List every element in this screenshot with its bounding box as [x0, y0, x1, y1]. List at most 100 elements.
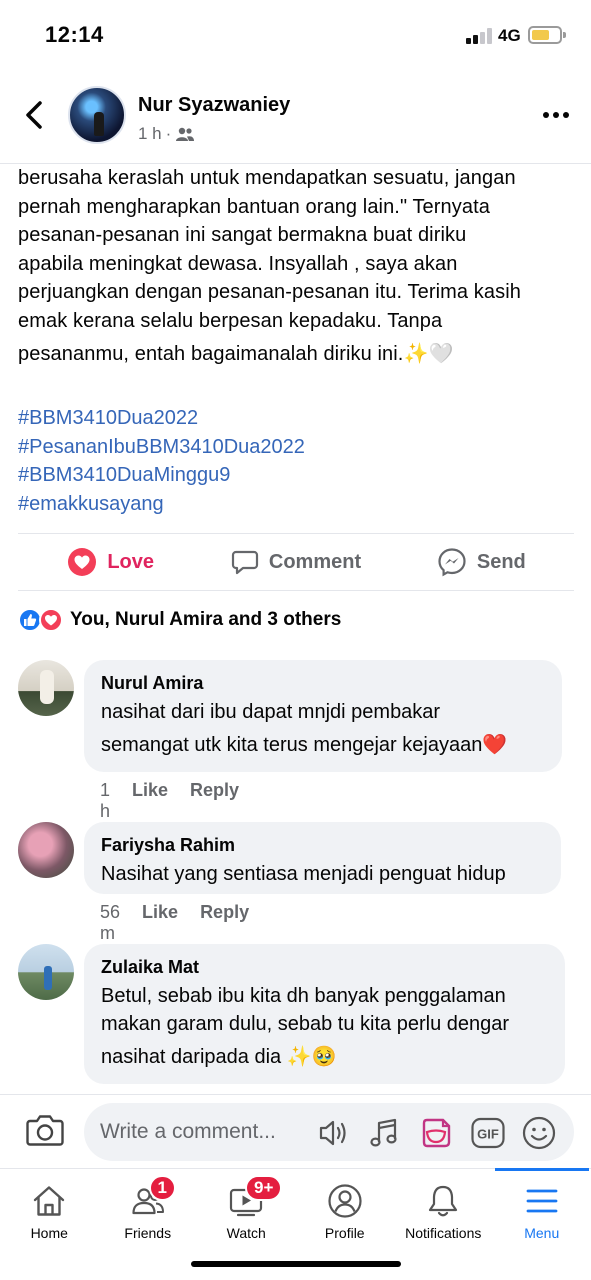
comment-bubble[interactable]: Fariysha Rahim Nasihat yang sentiasa men… — [84, 822, 561, 894]
post-text-line: perjuangkan dengan pesanan-pesanan itu. … — [18, 281, 521, 304]
comment-line: semangat utk kita terus mengejar kejayaa… — [101, 734, 508, 756]
friends-audience-icon — [176, 127, 195, 141]
svg-text:GIF: GIF — [477, 1127, 499, 1142]
send-button[interactable]: Send — [389, 534, 574, 590]
poster-name[interactable]: Nur Syazwaniey — [138, 94, 290, 117]
comment-time: 1 h — [100, 780, 111, 821]
post-action-bar: Love Comment Send — [18, 533, 574, 591]
voice-clip-icon[interactable] — [316, 1115, 352, 1151]
hashtag-link[interactable]: #emakkusayang — [18, 490, 305, 519]
comment-meta: 1 h Like Reply — [100, 780, 239, 822]
dot-icon — [543, 112, 549, 118]
comment-input-box[interactable]: GIF — [84, 1103, 574, 1161]
tab-menu[interactable]: Menu — [493, 1168, 591, 1248]
messenger-icon — [438, 548, 466, 577]
comment-like-button[interactable]: Like — [132, 780, 168, 822]
menu-icon — [526, 1189, 558, 1213]
commenter-avatar[interactable] — [18, 944, 74, 1000]
commenter-avatar[interactable] — [18, 660, 74, 716]
love-label: Love — [107, 550, 154, 573]
camera-icon — [26, 1115, 64, 1146]
gif-icon[interactable]: GIF — [470, 1115, 506, 1151]
comment-reply-button[interactable]: Reply — [190, 780, 239, 822]
comment-label: Comment — [268, 550, 362, 573]
post-header: Nur Syazwaniey 1 h · — [0, 72, 591, 164]
chevron-left-icon — [26, 101, 42, 129]
more-options-button[interactable] — [543, 102, 569, 128]
status-bar: 12:14 4G — [0, 0, 591, 72]
tab-profile[interactable]: Profile — [296, 1169, 395, 1248]
tab-label: Menu — [524, 1225, 560, 1241]
tab-label: Home — [30, 1225, 68, 1241]
reactions-summary[interactable]: You, Nurul Amira and 3 others — [18, 606, 341, 634]
comment-bubble[interactable]: Zulaika Mat Betul, sebab ibu kita dh ban… — [84, 944, 565, 1084]
comment-time: 56 m — [100, 902, 121, 943]
camera-button[interactable] — [26, 1113, 64, 1147]
comment-icon — [231, 550, 258, 575]
meta-separator: · — [165, 124, 172, 143]
commenter-name[interactable]: Zulaika Mat — [101, 956, 547, 978]
comment-input[interactable] — [100, 1117, 300, 1147]
back-button[interactable] — [20, 98, 50, 132]
commenter-name[interactable]: Fariysha Rahim — [101, 834, 543, 856]
poster-avatar[interactable] — [68, 86, 126, 144]
watch-badge: 9+ — [245, 1175, 283, 1201]
post-text-line: pernah mengharapkan bantuan orang lain."… — [18, 195, 490, 218]
hashtag-list: #BBM3410Dua2022 #PesananIbuBBM3410Dua202… — [18, 404, 305, 518]
comment-line: Betul, sebab ibu kita dh banyak penggala… — [101, 985, 506, 1007]
comment-button[interactable]: Comment — [203, 534, 388, 590]
comment-composer: GIF — [0, 1094, 591, 1168]
hashtag-link[interactable]: #BBM3410DuaMinggu9 — [18, 461, 305, 490]
comment-line: nasihat dari ibu dapat mnjdi pembakar — [101, 701, 441, 723]
tab-notifications[interactable]: Notifications — [394, 1169, 493, 1248]
dot-icon — [563, 112, 569, 118]
avatar-sticker-icon[interactable] — [418, 1115, 454, 1151]
commenter-avatar[interactable] — [18, 822, 74, 878]
comment-text: nasihat dari ibu dapat mnjdi pembakar se… — [101, 698, 544, 764]
network-label: 4G — [498, 26, 521, 45]
comment-reply-button[interactable]: Reply — [200, 902, 249, 944]
post-text-line: apabila meningkat dewasa. Insyallah , sa… — [18, 252, 458, 275]
tab-label: Watch — [226, 1225, 266, 1241]
bell-icon — [429, 1185, 458, 1217]
post-text-line: emak kerana selalu berpesan kepadaku. Ta… — [18, 309, 443, 332]
tab-label: Friends — [124, 1225, 172, 1241]
hashtag-link[interactable]: #PesananIbuBBM3410Dua2022 — [18, 433, 305, 462]
post-text: berusaha keraslah untuk mendapatkan sesu… — [18, 164, 574, 372]
comment-line: nasihat daripada dia ✨🥹 — [101, 1046, 337, 1068]
post-text-line: berusaha keraslah untuk mendapatkan sesu… — [18, 167, 516, 189]
profile-icon — [328, 1184, 362, 1218]
friends-badge: 1 — [148, 1175, 176, 1201]
comment-line: makan garam dulu, sebab tu kita perlu de… — [101, 1013, 510, 1035]
comment-text: Betul, sebab ibu kita dh banyak penggala… — [101, 982, 547, 1076]
post-text-line: pesananmu, entah bagaimanalah diriku ini… — [18, 342, 454, 365]
hashtag-link[interactable]: #BBM3410Dua2022 — [18, 404, 305, 433]
home-icon — [34, 1186, 65, 1216]
tab-label: Notifications — [405, 1225, 482, 1241]
post-body: berusaha keraslah untuk mendapatkan sesu… — [18, 164, 574, 524]
commenter-name[interactable]: Nurul Amira — [101, 672, 544, 694]
bottom-tab-bar: Home Friends 1 Watch 9+ Profile Notifica… — [0, 1168, 591, 1248]
love-button[interactable]: Love — [18, 534, 203, 590]
love-reaction-icon — [39, 608, 63, 632]
tab-label: Profile — [324, 1225, 365, 1241]
home-indicator — [191, 1261, 401, 1267]
comment-meta: 56 m Like Reply — [100, 902, 249, 944]
comment-text: Nasihat yang sentiasa menjadi penguat hi… — [101, 860, 543, 888]
comment-bubble[interactable]: Nurul Amira nasihat dari ibu dapat mnjdi… — [84, 660, 562, 772]
tab-home[interactable]: Home — [0, 1169, 99, 1248]
signal-icon — [466, 28, 492, 44]
post-meta: 1 h · — [138, 124, 195, 144]
heart-icon — [68, 548, 97, 576]
post-age: 1 h — [138, 124, 162, 143]
tab-friends[interactable]: Friends 1 — [99, 1169, 198, 1248]
dot-icon — [553, 112, 559, 118]
send-label: Send — [476, 550, 526, 573]
comment-line: Nasihat yang sentiasa menjadi penguat hi… — [101, 863, 506, 885]
music-icon[interactable] — [366, 1115, 402, 1151]
comment-like-button[interactable]: Like — [142, 902, 178, 944]
battery-icon — [528, 26, 566, 44]
tab-watch[interactable]: Watch 9+ — [197, 1169, 296, 1248]
emoji-icon[interactable] — [521, 1115, 557, 1151]
status-time: 12:14 — [45, 22, 104, 47]
